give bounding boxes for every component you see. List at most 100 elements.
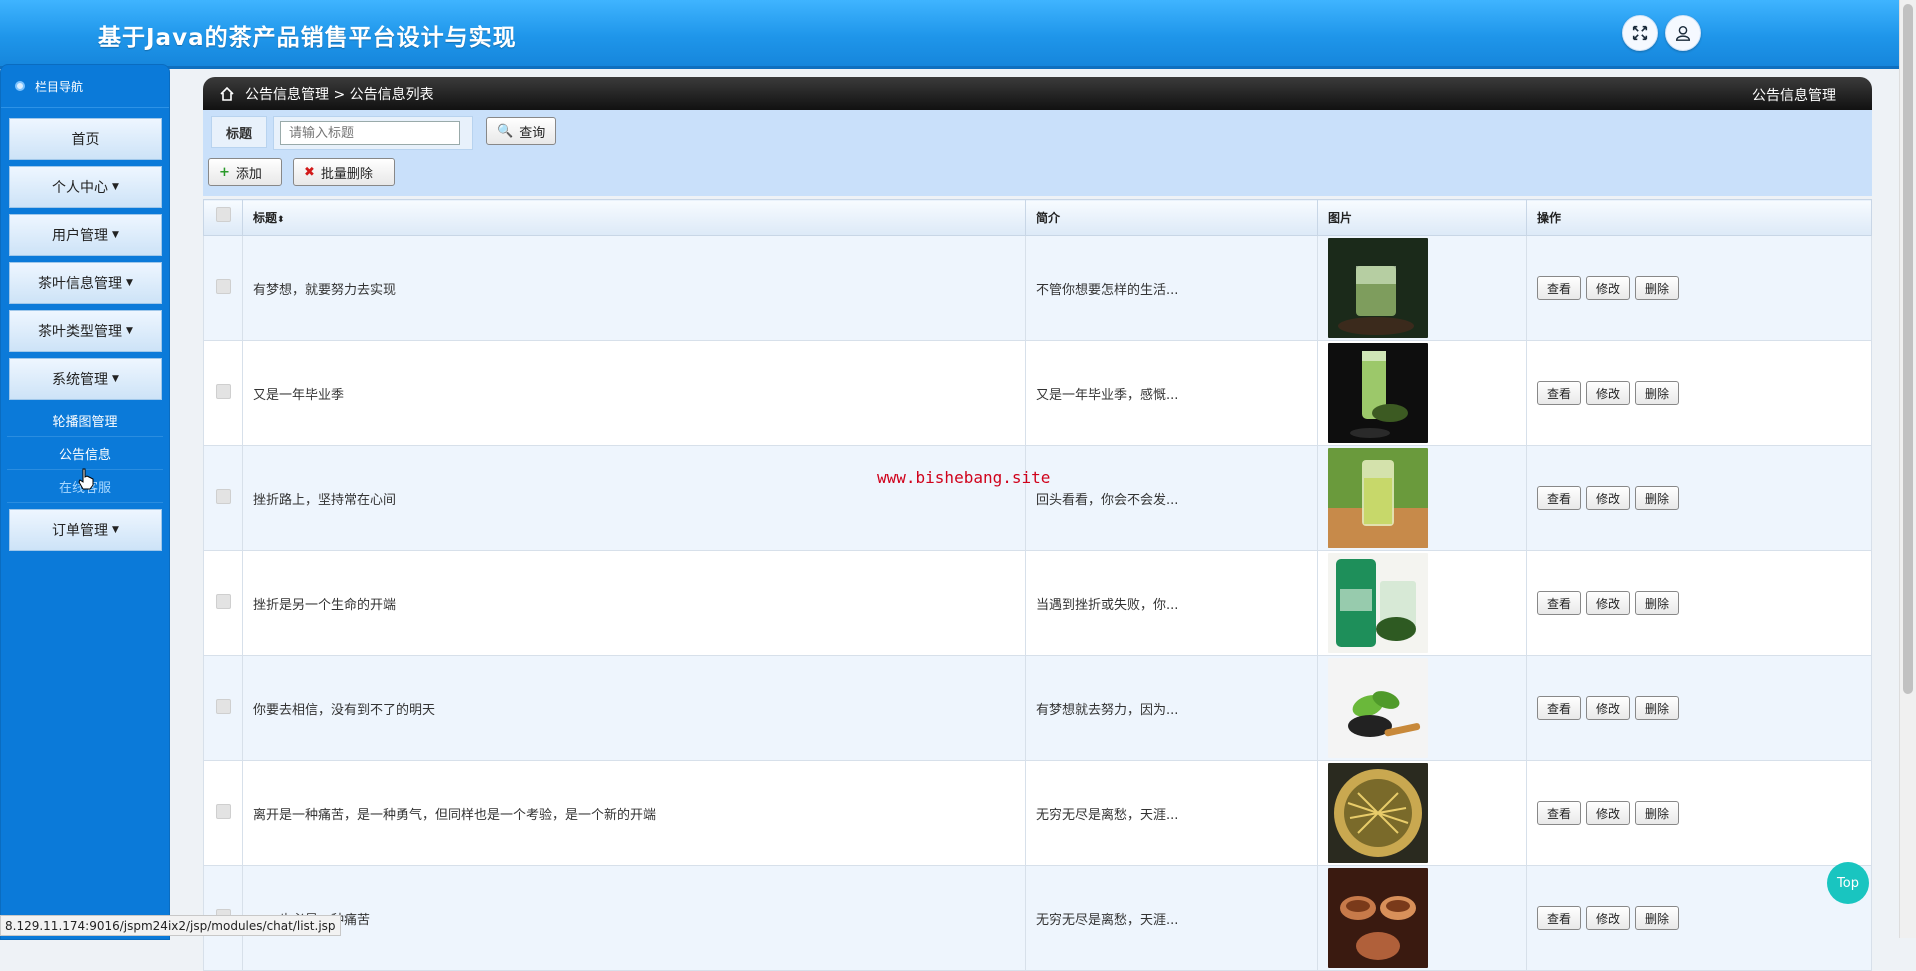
delete-button[interactable]: 删除	[1635, 486, 1680, 510]
add-button[interactable]: + 添加	[208, 158, 282, 186]
row-checkbox[interactable]	[215, 593, 231, 609]
fullscreen-button[interactable]	[1622, 15, 1658, 51]
delete-button[interactable]: 删除	[1635, 906, 1680, 930]
row-checkbox[interactable]	[215, 278, 231, 294]
delete-button[interactable]: 删除	[1635, 591, 1680, 615]
sidebar-heading: 栏目导航	[1, 65, 169, 108]
row-checkbox-cell	[203, 550, 243, 656]
column-image: 图片	[1317, 199, 1527, 236]
view-button[interactable]: 查看	[1537, 486, 1582, 510]
sidebar-item-tea-type[interactable]: 茶叶类型管理 ▼	[9, 310, 162, 352]
table-row: 离开是一种痛苦，是一种勇气，但同样也是一个考验，是一个新的开端 无穷无尽是离愁，天…	[203, 760, 1872, 866]
select-all-cell	[203, 199, 243, 236]
row-intro: 又是一年毕业季，感慨...	[1025, 340, 1318, 446]
row-intro: 无穷无尽是离愁，天涯...	[1025, 760, 1318, 866]
batch-delete-button[interactable]: ✖ 批量删除	[293, 158, 395, 186]
delete-button[interactable]: 删除	[1635, 276, 1680, 300]
close-icon: ✖	[304, 164, 315, 180]
search-input-wrap	[273, 116, 473, 150]
caret-down-icon: ▼	[112, 182, 119, 192]
sidebar-item-label: 系统管理	[52, 372, 109, 388]
row-title: 挫折是另一个生命的开端	[242, 550, 1026, 656]
view-button[interactable]: 查看	[1537, 276, 1582, 300]
search-label: 标题	[211, 116, 267, 148]
batch-delete-label: 批量删除	[320, 166, 373, 182]
row-image-cell	[1317, 865, 1527, 971]
search-input[interactable]	[280, 121, 460, 145]
row-image-cell	[1317, 655, 1527, 761]
notice-table: 标题⬍ 简介 图片 操作 有梦想，就要努力去实现 不管你想要怎样的生活... 查看修…	[203, 199, 1872, 971]
row-checkbox[interactable]	[215, 803, 231, 819]
home-icon[interactable]	[219, 86, 235, 102]
breadcrumb-path: 公告信息管理 > 公告信息列表	[245, 86, 434, 103]
view-button[interactable]: 查看	[1537, 906, 1582, 930]
caret-down-icon: ▼	[112, 525, 119, 535]
search-button[interactable]: 🔍 查询	[486, 117, 557, 145]
edit-button[interactable]: 修改	[1586, 801, 1631, 825]
app-title: 基于Java的茶产品销售平台设计与实现	[98, 25, 517, 51]
table-row: 又是一年毕业季 又是一年毕业季，感慨... 查看 修改 删除	[203, 340, 1872, 446]
row-title: 你要去相信，没有到不了的明天	[242, 655, 1026, 761]
search-toolbar: 标题 🔍 查询 + 添加 ✖ 批量删除	[203, 110, 1872, 196]
column-intro: 简介	[1025, 199, 1318, 236]
sidebar-item-label: 茶叶类型管理	[38, 324, 123, 340]
sidebar-item-label: 订单管理	[52, 523, 109, 539]
sort-icon: ⬍	[277, 215, 285, 225]
sidebar-heading-label: 栏目导航	[35, 79, 84, 94]
user-icon	[1675, 25, 1691, 41]
row-title: 离开是一种痛苦，是一种勇气，但同样也是一个考验，是一个新的开端	[242, 760, 1026, 866]
edit-button[interactable]: 修改	[1586, 906, 1631, 930]
row-intro: 回头看看，你会不会发...	[1025, 445, 1318, 551]
row-actions: 查看 修改 删除	[1526, 655, 1872, 761]
row-title: ……也必是一种痛苦	[242, 865, 1026, 971]
delete-button[interactable]: 删除	[1635, 801, 1680, 825]
user-button[interactable]	[1665, 15, 1701, 51]
row-checkbox-cell	[203, 760, 243, 866]
submenu-item-notice[interactable]: 公告信息	[7, 437, 163, 470]
sidebar-item-system[interactable]: 系统管理 ▼	[9, 358, 162, 400]
row-intro: 不管你想要怎样的生活...	[1025, 235, 1318, 341]
view-button[interactable]: 查看	[1537, 801, 1582, 825]
edit-button[interactable]: 修改	[1586, 696, 1631, 720]
search-button-label: 查询	[519, 125, 546, 141]
delete-button[interactable]: 删除	[1635, 381, 1680, 405]
table-row: 你要去相信，没有到不了的明天 有梦想就去努力，因为... 查看 修改 删除	[203, 655, 1872, 761]
row-actions: 查看 修改 删除	[1526, 445, 1872, 551]
row-actions: 查看 修改 删除	[1526, 340, 1872, 446]
edit-button[interactable]: 修改	[1586, 591, 1631, 615]
sidebar-item-orders[interactable]: 订单管理 ▼	[9, 509, 162, 551]
status-url: 8.129.11.174:9016/jspm24ix2/jsp/modules/…	[0, 915, 341, 936]
view-button[interactable]: 查看	[1537, 591, 1582, 615]
row-checkbox[interactable]	[215, 698, 231, 714]
row-intro: 无穷无尽是离愁，天涯...	[1025, 865, 1318, 971]
sidebar-item-user-management[interactable]: 用户管理 ▼	[9, 214, 162, 256]
row-image-cell	[1317, 550, 1527, 656]
sidebar-item-tea-info[interactable]: 茶叶信息管理 ▼	[9, 262, 162, 304]
row-intro: 当遇到挫折或失败，你...	[1025, 550, 1318, 656]
edit-button[interactable]: 修改	[1586, 486, 1631, 510]
row-checkbox-cell	[203, 655, 243, 761]
delete-button[interactable]: 删除	[1635, 696, 1680, 720]
row-image-cell	[1317, 760, 1527, 866]
edit-button[interactable]: 修改	[1586, 276, 1631, 300]
submenu-item-carousel[interactable]: 轮播图管理	[7, 404, 163, 437]
row-checkbox[interactable]	[215, 383, 231, 399]
nav-dot-icon	[15, 81, 25, 91]
select-all-checkbox[interactable]	[215, 206, 231, 222]
row-actions: 查看 修改 删除	[1526, 865, 1872, 971]
sidebar-item-personal-center[interactable]: 个人中心 ▼	[9, 166, 162, 208]
edit-button[interactable]: 修改	[1586, 381, 1631, 405]
page-scrollbar[interactable]	[1899, 0, 1916, 938]
sidebar: 栏目导航 首页 个人中心 ▼ 用户管理 ▼ 茶叶信息管理 ▼ 茶叶类型管理 ▼ 系统管理…	[0, 64, 170, 940]
row-image-cell	[1317, 340, 1527, 446]
view-button[interactable]: 查看	[1537, 696, 1582, 720]
sidebar-item-home[interactable]: 首页	[9, 118, 162, 160]
tea-photo	[1328, 658, 1428, 758]
view-button[interactable]: 查看	[1537, 381, 1582, 405]
table-row: 挫折是另一个生命的开端 当遇到挫折或失败，你... 查看 修改 删除	[203, 550, 1872, 656]
column-title[interactable]: 标题⬍	[242, 199, 1026, 236]
fullscreen-icon	[1632, 25, 1648, 41]
back-to-top-button[interactable]: Top	[1827, 862, 1869, 904]
hand-cursor-icon	[78, 468, 94, 490]
row-checkbox[interactable]	[215, 488, 231, 504]
